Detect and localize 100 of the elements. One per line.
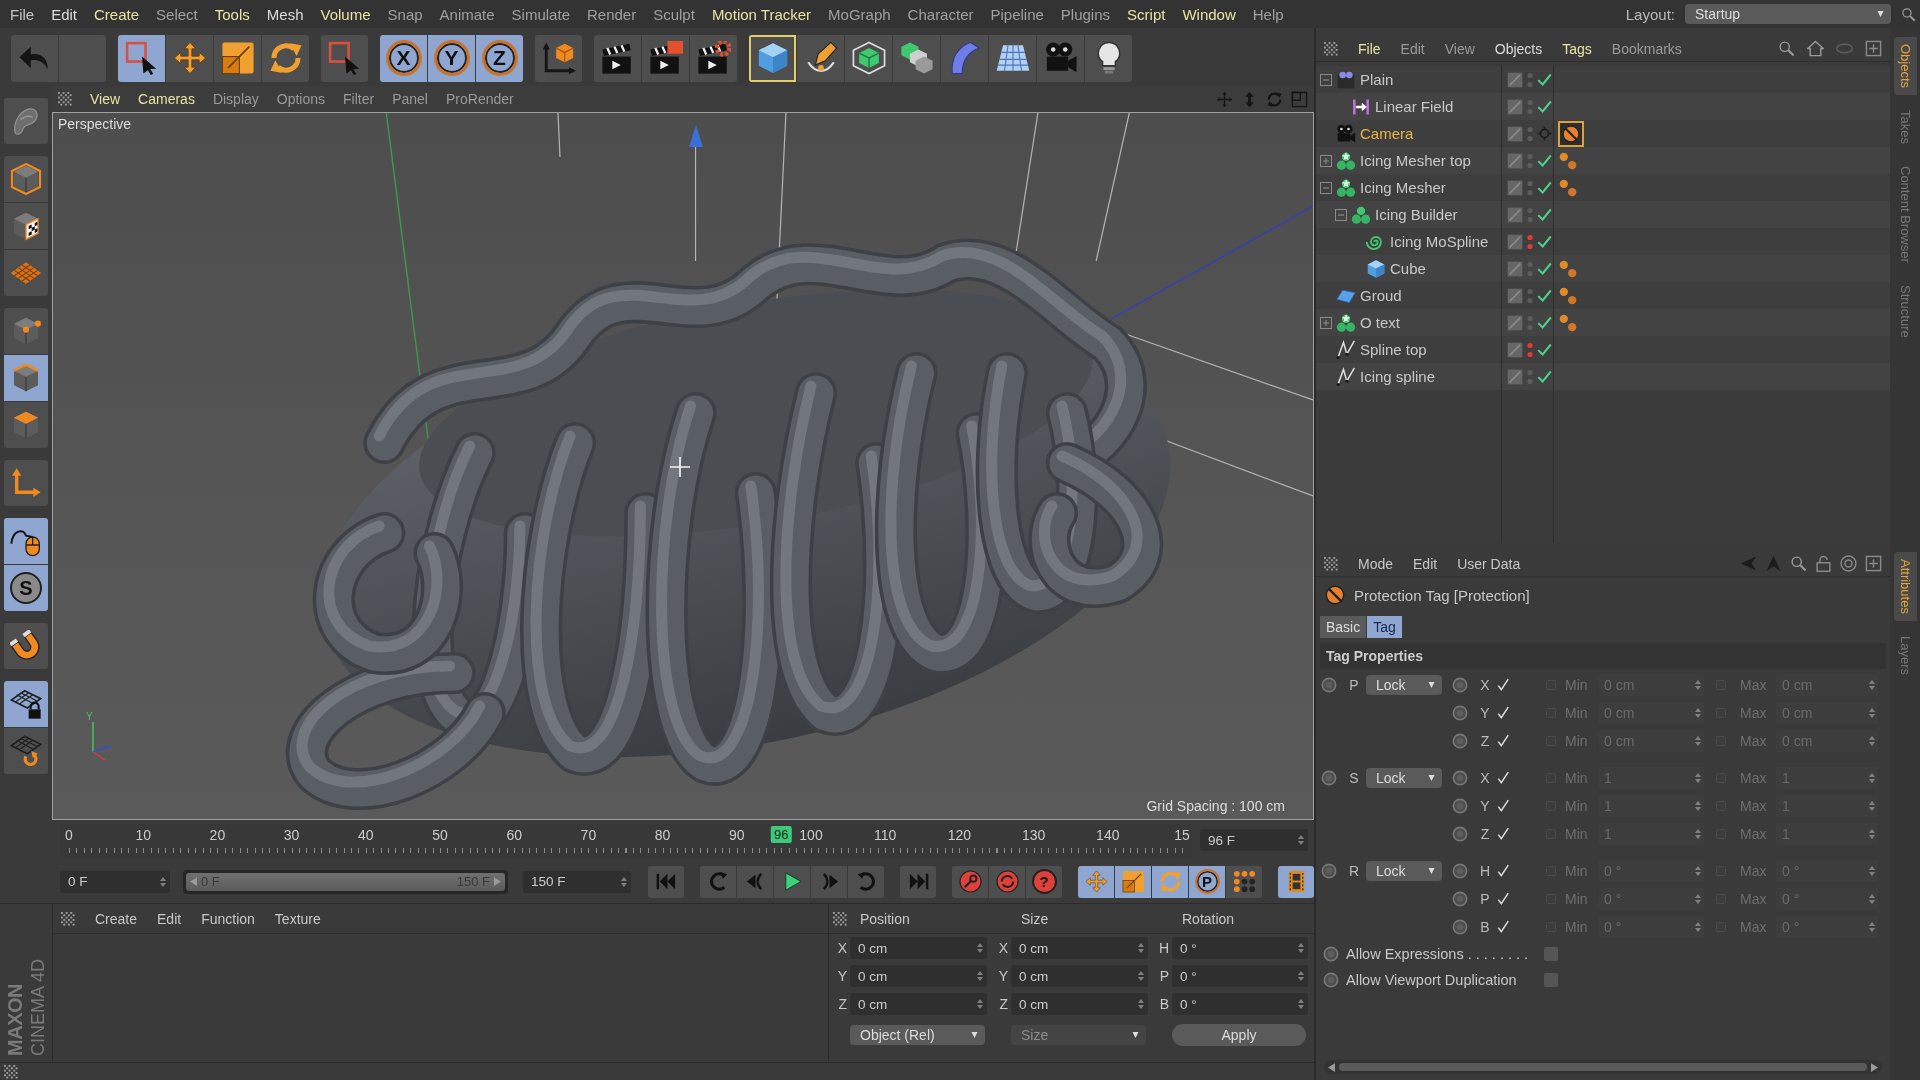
layer-swatch-icon[interactable]	[1507, 368, 1523, 385]
visibility-dots-icon[interactable]	[1527, 70, 1533, 89]
menu-item[interactable]: Sculpt	[653, 5, 695, 23]
visibility-dots-icon[interactable]	[1527, 205, 1533, 224]
spheres-tag-icon[interactable]	[1558, 150, 1578, 171]
menu-item[interactable]: View	[90, 91, 121, 107]
rotate-key-button[interactable]	[1152, 865, 1188, 898]
menu-item[interactable]: Create	[95, 910, 138, 927]
checkmark-icon[interactable]	[1537, 342, 1552, 357]
spinner-arrows-icon[interactable]	[1695, 829, 1701, 839]
keyframe-circle-icon[interactable]	[1323, 946, 1339, 962]
move-key-button[interactable]	[1078, 865, 1114, 898]
spinner-arrows-icon[interactable]	[1695, 922, 1701, 932]
menu-item[interactable]: Edit	[1413, 555, 1438, 572]
keyframe-circle-icon[interactable]	[1452, 826, 1468, 842]
minus-box-icon[interactable]	[1335, 208, 1347, 221]
parameter-key-button[interactable]: P	[1189, 865, 1225, 898]
sculpt-button[interactable]	[4, 98, 48, 144]
spinner-arrows-icon[interactable]	[977, 999, 983, 1009]
visibility-dots-icon[interactable]	[1527, 367, 1533, 386]
spinner-arrows-icon[interactable]	[1869, 866, 1875, 876]
menu-item[interactable]: Function	[201, 910, 255, 927]
spinner-arrows-icon[interactable]	[1869, 773, 1875, 783]
layer-swatch-icon[interactable]	[1507, 260, 1523, 277]
side-tab[interactable]: Layers	[1893, 628, 1917, 682]
scale-key-button[interactable]	[1115, 865, 1151, 898]
record-button[interactable]	[952, 865, 988, 898]
checkmark-icon[interactable]	[1537, 153, 1552, 168]
object-row[interactable]: Icing Builder	[1316, 201, 1890, 228]
edges-mode-button[interactable]	[4, 355, 48, 401]
live-selection-button[interactable]	[118, 34, 165, 82]
menu-item[interactable]: View	[1444, 40, 1475, 57]
spinner-arrows-icon[interactable]	[1869, 801, 1875, 811]
menu-item[interactable]: Tools	[214, 5, 250, 23]
menu-item[interactable]: Simulate	[511, 5, 570, 23]
check-icon[interactable]	[1496, 799, 1510, 813]
spinner-arrows-icon[interactable]	[1298, 943, 1304, 953]
menu-item[interactable]: Motion Tracker	[711, 5, 812, 23]
check-icon[interactable]	[1496, 920, 1510, 934]
spinner-arrows-icon[interactable]	[1869, 922, 1875, 932]
menu-item[interactable]: Panel	[392, 91, 428, 107]
coordinate-field[interactable]: 0 °	[1172, 965, 1308, 987]
spinner-arrows-icon[interactable]	[1298, 999, 1304, 1009]
checkmark-icon[interactable]	[1537, 261, 1552, 276]
side-tab[interactable]: Content Browser	[1893, 159, 1917, 270]
search-icon[interactable]	[1778, 40, 1795, 57]
side-tab[interactable]: Structure	[1893, 277, 1917, 345]
menu-item[interactable]: Cameras	[138, 91, 195, 107]
z-axis-button[interactable]: Z	[476, 34, 523, 82]
keyframe-circle-icon[interactable]	[1321, 770, 1337, 786]
pan-arrows-icon[interactable]	[1216, 90, 1233, 108]
coordinate-field[interactable]: 0 °	[1172, 937, 1308, 959]
spinner-arrows-icon[interactable]	[1869, 736, 1875, 746]
check-icon[interactable]	[1496, 771, 1510, 785]
tab[interactable]: Tag	[1367, 616, 1402, 638]
spheres-tag-icon[interactable]	[1558, 177, 1578, 198]
cube-button[interactable]	[749, 34, 796, 82]
axis-mode-button[interactable]	[4, 460, 48, 506]
coordinate-mode-dropdown[interactable]: Object (Rel)	[850, 1025, 985, 1045]
play-button[interactable]	[774, 865, 810, 898]
prohibition-icon[interactable]	[1558, 120, 1584, 147]
new-panel-icon[interactable]	[1865, 40, 1882, 57]
back-arrow-icon[interactable]	[1740, 555, 1757, 572]
menu-item[interactable]: File	[10, 5, 35, 23]
side-tab[interactable]: Attributes	[1893, 552, 1917, 621]
menu-item[interactable]: Snap	[387, 5, 423, 23]
spinner-arrows-icon[interactable]	[1695, 801, 1701, 811]
previous-key-button[interactable]	[700, 865, 736, 898]
spheres-tag-icon[interactable]	[1558, 258, 1578, 279]
menu-item[interactable]: Volume	[320, 5, 371, 23]
visibility-dots-icon[interactable]	[1527, 286, 1533, 305]
minus-box-icon[interactable]	[1320, 73, 1332, 86]
spinner-arrows-icon[interactable]	[1695, 773, 1701, 783]
polygons-mode-button[interactable]	[4, 402, 48, 448]
object-row[interactable]: Icing Mesher top	[1316, 147, 1890, 174]
texture-mode-button[interactable]	[4, 203, 48, 249]
light-button[interactable]	[1085, 34, 1132, 82]
layer-swatch-icon[interactable]	[1507, 233, 1523, 250]
right-triangle-icon[interactable]	[494, 877, 501, 886]
menu-item[interactable]: Mesh	[266, 5, 304, 23]
spinner-arrows-icon[interactable]	[1695, 894, 1701, 904]
checkbox[interactable]	[1544, 973, 1558, 987]
apply-button[interactable]: Apply	[1172, 1024, 1306, 1046]
checkbox[interactable]	[1544, 947, 1558, 961]
menu-item[interactable]: ProRender	[446, 91, 514, 107]
up-arrow-icon[interactable]	[1765, 555, 1782, 572]
spinner-arrows-icon[interactable]	[1695, 708, 1701, 718]
checkmark-icon[interactable]	[1537, 99, 1552, 114]
timeline-button[interactable]	[1278, 865, 1314, 898]
render-picture-button[interactable]	[642, 34, 689, 82]
search-icon[interactable]	[1790, 555, 1807, 572]
model-mode-button[interactable]	[4, 156, 48, 202]
keyframe-circle-icon[interactable]	[1452, 891, 1468, 907]
playhead-marker[interactable]: 96	[771, 826, 792, 843]
subdivision-button[interactable]	[845, 34, 892, 82]
keyframe-circle-icon[interactable]	[1452, 863, 1468, 879]
coordinate-field[interactable]: 0 cm	[850, 993, 987, 1015]
menu-item[interactable]: Help	[1252, 5, 1284, 23]
current-frame-field[interactable]: 96 F	[1200, 829, 1308, 851]
coordinate-field[interactable]: 0 cm	[1011, 993, 1148, 1015]
